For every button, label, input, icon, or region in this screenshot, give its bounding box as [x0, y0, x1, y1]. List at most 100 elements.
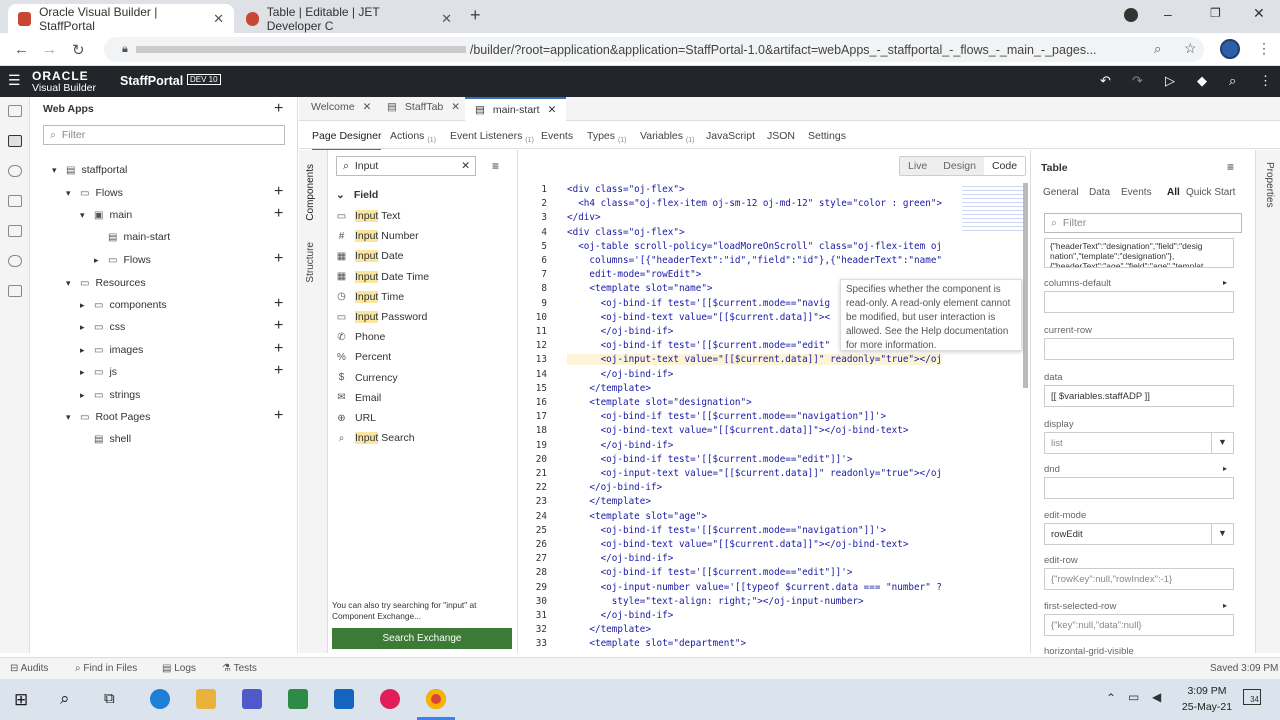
add-item-button[interactable]: +	[274, 341, 283, 357]
add-item-button[interactable]: +	[274, 363, 283, 379]
tree-item[interactable]: ▸ ▭ images	[80, 344, 143, 356]
account-avatar[interactable]	[1220, 39, 1240, 59]
subtab-json[interactable]: JSON	[767, 130, 795, 144]
code-line[interactable]: style="text-align: right;"></oj-input-nu…	[567, 596, 864, 607]
add-item-button[interactable]: +	[274, 408, 283, 424]
notification-center-icon[interactable]: 34	[1243, 689, 1261, 705]
redo-icon[interactable]: ↷	[1132, 73, 1143, 89]
close-icon[interactable]: ✕	[441, 11, 452, 27]
tree-item[interactable]: ▸ ▭ Flows	[94, 254, 151, 266]
tray-chevron-icon[interactable]: ⌃	[1106, 691, 1116, 705]
add-item-button[interactable]: +	[274, 184, 283, 200]
add-item-button[interactable]: +	[274, 296, 283, 312]
restore-icon[interactable]: ❐	[1210, 6, 1221, 20]
code-line[interactable]: <oj-bind-if test='[[$current.mode=="navi…	[567, 525, 886, 536]
property-field-data[interactable]: [[ $variables.staffADP ]]	[1044, 385, 1234, 407]
palette-item[interactable]: % Percent	[336, 351, 391, 363]
close-icon[interactable]: ✕	[451, 101, 460, 113]
code-line[interactable]: </oj-bind-if>	[567, 326, 674, 337]
property-field-edit-mode[interactable]: rowEdit ▼	[1044, 523, 1234, 545]
chevron-icon[interactable]: ▾	[80, 210, 88, 221]
code-line[interactable]: </oj-bind-if>	[567, 610, 674, 621]
expand-icon[interactable]: ▸	[1223, 601, 1227, 610]
clock-time[interactable]: 3:09 PM	[1180, 685, 1234, 697]
footer-find-in-files[interactable]: ⌕ Find in Files	[75, 663, 137, 674]
tab-stafftab[interactable]: ▤ StaffTab ✕	[387, 101, 460, 113]
code-minimap[interactable]	[962, 183, 1025, 233]
tree-item[interactable]: ▾ ▤ staffportal	[52, 164, 127, 176]
code-line[interactable]: <oj-input-number value='[[typeof $curren…	[567, 582, 942, 593]
property-tab-all[interactable]: All	[1167, 187, 1180, 198]
services-icon[interactable]	[8, 165, 22, 177]
slack-icon[interactable]	[380, 689, 400, 709]
dropdown-caret-icon[interactable]: ▼	[1211, 433, 1233, 453]
code-line[interactable]: <oj-bind-if test='[[$current.mode=="edit…	[567, 567, 853, 578]
palette-item[interactable]: ⌕ Input Search	[336, 432, 415, 445]
subtab-events[interactable]: Events	[541, 130, 573, 144]
tree-item[interactable]: ▾ ▣ main	[80, 209, 132, 221]
tree-item[interactable]: ▾ ▭ Resources	[66, 277, 146, 289]
code-line[interactable]: <oj-bind-if test='[[$current.mode=="edit…	[567, 454, 853, 465]
browser-tab-visual-builder[interactable]: Oracle Visual Builder | StaffPortal ✕	[8, 4, 234, 33]
chevron-icon[interactable]: ▾	[66, 188, 74, 199]
code-line[interactable]: <oj-table scroll-policy="loadMoreOnScrol…	[567, 241, 942, 252]
palette-menu-icon[interactable]: ≡	[492, 159, 499, 173]
tab-main-start[interactable]: ▤ main-start ✕	[465, 97, 567, 121]
business-objects-icon[interactable]	[8, 195, 22, 207]
tab-structure[interactable]: Structure	[305, 242, 316, 283]
palette-item[interactable]: ▦ Input Date Time	[336, 270, 429, 283]
palette-item[interactable]: ▭ Input Password	[336, 311, 427, 323]
palette-item[interactable]: $ Currency	[336, 372, 398, 384]
processes-icon[interactable]	[8, 255, 22, 267]
code-line[interactable]: <template slot="name">	[567, 283, 712, 294]
code-line[interactable]: columns='[{"headerText":"id","field":"id…	[567, 255, 942, 266]
code-line[interactable]: </oj-bind-if>	[567, 553, 674, 564]
outlook-icon[interactable]	[334, 689, 354, 709]
tree-item[interactable]: ▸ ▭ js	[80, 366, 117, 378]
palette-item[interactable]: ▦ Input Date	[336, 250, 403, 263]
more-menu-icon[interactable]: ⋮	[1259, 73, 1272, 89]
code-mode-button[interactable]: Code	[983, 157, 1026, 175]
tree-item[interactable]: ▤ shell	[80, 433, 131, 445]
search-icon[interactable]: ⌕	[60, 689, 70, 709]
code-line[interactable]: </template>	[567, 383, 651, 394]
task-view-icon[interactable]: ⧉	[104, 690, 115, 707]
chevron-icon[interactable]: ▾	[66, 278, 74, 289]
subtab-actions[interactable]: Actions (1)	[390, 130, 436, 144]
add-web-app-button[interactable]: +	[274, 101, 283, 117]
subtab-javascript[interactable]: JavaScript	[706, 130, 755, 144]
chevron-icon[interactable]: ▸	[80, 390, 88, 401]
code-line[interactable]: </div>	[567, 212, 601, 223]
bookmark-star-icon[interactable]: ☆	[1184, 40, 1197, 57]
chevron-icon[interactable]: ▸	[80, 300, 88, 311]
tree-item[interactable]: ▤ main-start	[94, 231, 170, 243]
property-tab-data[interactable]: Data	[1089, 187, 1110, 198]
zoom-icon[interactable]: ⌕	[1154, 41, 1161, 57]
new-tab-button[interactable]: +	[470, 5, 481, 26]
tree-item[interactable]: ▾ ▭ Flows	[66, 187, 123, 199]
source-icon[interactable]	[8, 285, 22, 297]
code-line[interactable]: <oj-bind-if test='[[$current.mode=="edit…	[567, 340, 831, 351]
undo-icon[interactable]: ↶	[1100, 73, 1111, 89]
palette-item[interactable]: ✆ Phone	[336, 331, 385, 343]
code-line[interactable]: <oj-bind-if test='[[$current.mode=="navi…	[567, 298, 831, 309]
clock-date[interactable]: 25-May-21	[1178, 701, 1236, 713]
property-field-columns-default[interactable]	[1044, 291, 1234, 313]
run-icon[interactable]: ▷	[1165, 73, 1175, 89]
components-icon[interactable]	[8, 225, 22, 237]
chevron-icon[interactable]: ▸	[94, 255, 102, 266]
property-field-display[interactable]: list ▼	[1044, 432, 1234, 454]
close-icon[interactable]: ✕	[363, 101, 372, 113]
file-explorer-icon[interactable]	[196, 689, 216, 709]
design-mode-button[interactable]: Design	[935, 157, 984, 175]
live-mode-button[interactable]: Live	[900, 157, 936, 175]
minimize-icon[interactable]: –	[1164, 6, 1172, 22]
dropdown-caret-icon[interactable]: ▼	[1211, 524, 1233, 544]
chevron-icon[interactable]: ▾	[52, 165, 60, 176]
code-line[interactable]: <h4 class="oj-flex-item oj-sm-12 oj-md-1…	[567, 198, 942, 209]
code-line[interactable]: <oj-input-text value="[[$current.data]]"…	[567, 354, 943, 366]
chevron-icon[interactable]: ▸	[80, 367, 88, 378]
property-tab-events[interactable]: Events	[1121, 187, 1152, 198]
palette-item[interactable]: ✉ Email	[336, 392, 381, 404]
palette-item[interactable]: ▭ Input Text	[336, 210, 400, 222]
